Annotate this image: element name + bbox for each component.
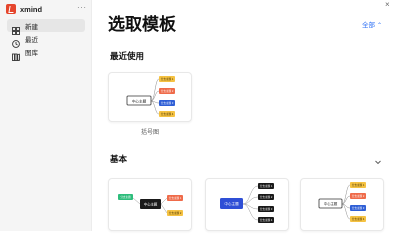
root-topic-label: 中心主题: [324, 201, 338, 206]
template-thumbnail: 中心主题 分支主题 1 分支主题 2 分支主题 3 分支主题 4: [126, 76, 175, 117]
branch-topic-label: 分支主题 2: [169, 211, 182, 215]
more-options-button[interactable]: ···: [77, 3, 87, 13]
template-thumbnail: 分支主题 中心主题 分支主题 1 分支主题 2: [118, 194, 183, 216]
template-card-basic-1[interactable]: 分支主题 中心主题 分支主题 1 分支主题 2: [108, 178, 192, 231]
chevron-down-icon[interactable]: [374, 153, 382, 165]
sidebar-item-label: 图库: [25, 49, 38, 57]
branch-topic-label: 分支主题 1: [161, 77, 174, 81]
branch-topic-label: 分支主题 1: [260, 184, 273, 188]
branch-topic-label: 分支主题 4: [161, 112, 174, 116]
section-title-recent: 最近使用: [110, 51, 145, 61]
grid-icon: [12, 22, 20, 35]
filter-dropdown[interactable]: 全部 ⌃: [362, 22, 382, 30]
root-topic-label: 中心主题: [224, 201, 239, 206]
branch-topic-label: 分支主题: [120, 195, 131, 199]
branch-topic-label: 分支主题 2: [260, 195, 273, 199]
sidebar-item-library[interactable]: 图库: [7, 45, 85, 61]
template-card-basic-3[interactable]: 中心主题 分支主题 1 分支主题 2 分支主题 3 分支主题 4: [300, 178, 384, 231]
brand[interactable]: xmind: [6, 3, 42, 15]
branch-topic-label: 分支主题 3: [352, 206, 365, 210]
chevron-updown-icon: ⌃: [377, 23, 383, 29]
branch-topic-label: 分支主题 2: [352, 194, 365, 198]
sidebar: xmind ··· 新建 最近 图库: [0, 0, 92, 231]
branch-topic-label: 分支主题 4: [352, 217, 365, 221]
brand-name: xmind: [20, 4, 43, 14]
books-icon: [12, 48, 21, 61]
template-thumbnail: 中心主题 分支主题 1 分支主题 2 分支主题 3 分支主题 4: [318, 182, 366, 222]
page-title: 选取模板: [108, 15, 176, 34]
branch-topic-label: 分支主题 3: [161, 101, 174, 105]
branch-topic-label: 分支主题 2: [161, 89, 174, 93]
sidebar-item-recent[interactable]: 最近: [7, 32, 85, 48]
clock-icon: [12, 35, 20, 48]
branch-topic-label: 分支主题 4: [260, 218, 273, 222]
sidebar-item-new[interactable]: 新建: [7, 19, 85, 35]
template-thumbnail: 中心主题 分支主题 1 分支主题 2 分支主题 3 分支主题 4: [220, 183, 274, 223]
xmind-logo-icon: [6, 4, 16, 14]
template-card-basic-2[interactable]: 中心主题 分支主题 1 分支主题 2 分支主题 3 分支主题 4: [205, 178, 289, 231]
root-topic-label: 中心主题: [132, 99, 147, 104]
template-card-bracket[interactable]: 中心主题 分支主题 1 分支主题 2 分支主题 3 分支主题 4: [108, 72, 192, 122]
branch-topic-label: 分支主题 1: [169, 196, 182, 200]
section-title-basic: 基本: [110, 154, 128, 164]
branch-topic-label: 分支主题 3: [260, 207, 273, 211]
filter-dropdown-label: 全部: [362, 22, 375, 29]
branch-topic-label: 分支主题 1: [352, 183, 365, 187]
sidebar-item-label: 最近: [25, 36, 38, 44]
root-topic-label: 中心主题: [144, 202, 158, 207]
close-button[interactable]: ×: [385, 1, 390, 9]
template-card-caption: 括号图: [140, 130, 159, 136]
sidebar-item-label: 新建: [25, 23, 38, 31]
